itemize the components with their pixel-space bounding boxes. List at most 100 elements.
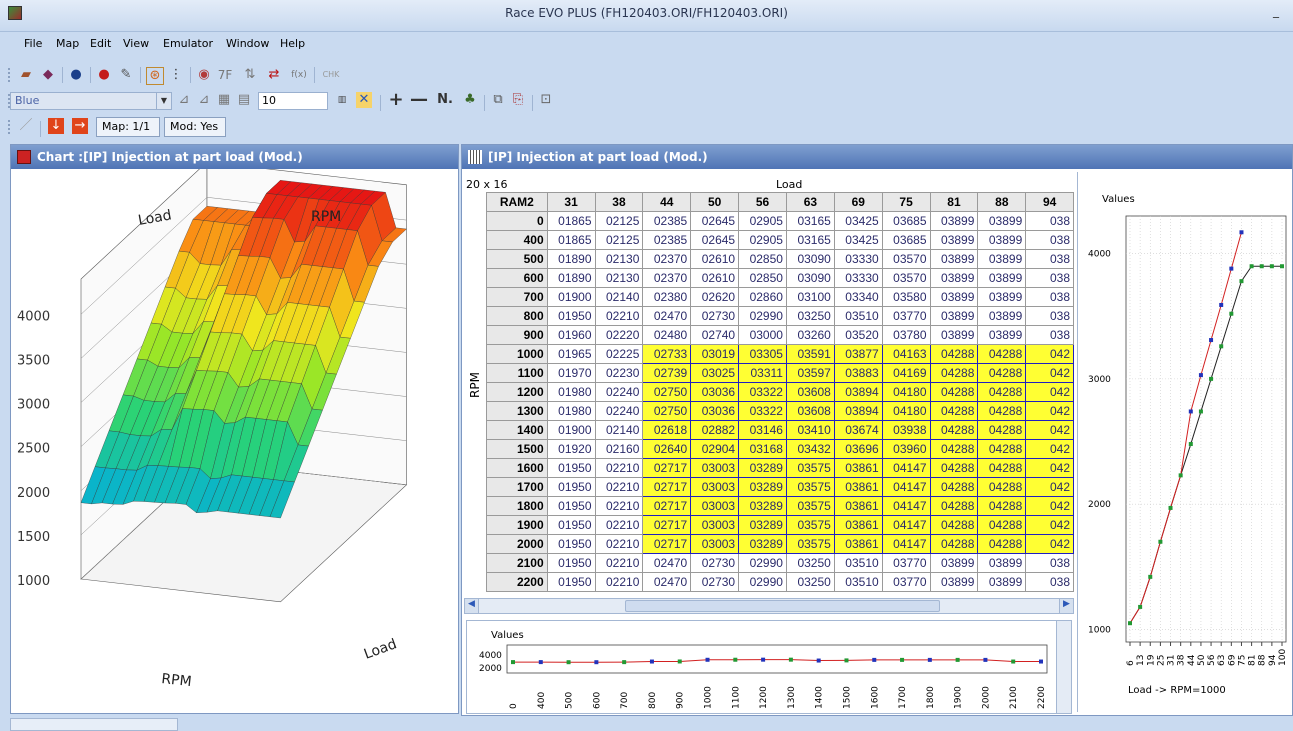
map-cell[interactable]: 03899 — [929, 306, 979, 326]
map-cell[interactable]: 02645 — [690, 211, 740, 231]
minus-icon[interactable]: — — [410, 91, 428, 109]
map-cell[interactable]: 03575 — [785, 458, 835, 478]
map-cell[interactable]: 03003 — [690, 534, 740, 554]
map-cell[interactable]: 03003 — [690, 515, 740, 535]
map-cell[interactable]: 042 — [1025, 534, 1074, 554]
map-cell[interactable]: 03025 — [690, 363, 740, 383]
map-cell[interactable]: 03780 — [881, 325, 931, 345]
column-header[interactable]: 63 — [785, 192, 835, 212]
map-cell[interactable]: 042 — [1025, 363, 1074, 383]
map-cell[interactable]: 02130 — [594, 268, 644, 288]
map-cell[interactable]: 02470 — [642, 306, 692, 326]
map-cell[interactable]: 03899 — [929, 572, 979, 592]
map-cell[interactable]: 04288 — [929, 363, 979, 383]
menu-edit[interactable]: Edit — [90, 37, 111, 50]
map-cell[interactable]: 02740 — [690, 325, 740, 345]
map-cell[interactable]: 03000 — [738, 325, 787, 345]
menu-window[interactable]: Window — [226, 37, 269, 50]
map-cell[interactable]: 03899 — [977, 287, 1027, 307]
row-header[interactable]: 0 — [486, 211, 548, 231]
map-cell[interactable]: 04288 — [929, 515, 979, 535]
map-cell[interactable]: 04288 — [977, 458, 1027, 478]
map-cell[interactable]: 042 — [1025, 458, 1074, 478]
map-cell[interactable]: 04180 — [881, 382, 931, 402]
map-cell[interactable]: 03330 — [833, 249, 883, 269]
map-cell[interactable]: 03894 — [833, 382, 883, 402]
map-cell[interactable]: 01950 — [546, 496, 596, 516]
map-cell[interactable]: 01950 — [546, 458, 596, 478]
map-cell[interactable]: 04288 — [929, 534, 979, 554]
map-cell[interactable]: 03861 — [833, 458, 883, 478]
map-cell[interactable]: 02645 — [690, 230, 740, 250]
map-cell[interactable]: 03575 — [785, 534, 835, 554]
map-cell[interactable]: 02125 — [594, 211, 644, 231]
map-cell[interactable]: 02210 — [594, 458, 644, 478]
map-cell[interactable]: 04288 — [929, 382, 979, 402]
row-header[interactable]: 600 — [486, 268, 548, 288]
tool-icon[interactable]: ✎ — [118, 67, 134, 83]
map-cell[interactable]: 03580 — [881, 287, 931, 307]
map-cell[interactable]: 01980 — [546, 401, 596, 421]
map-cell[interactable]: 03770 — [881, 553, 931, 573]
swap-icon[interactable]: ⇅ — [242, 67, 258, 83]
map-cell[interactable]: 03608 — [785, 401, 835, 421]
map-cell[interactable]: 03861 — [833, 496, 883, 516]
map-cell[interactable]: 042 — [1025, 515, 1074, 535]
map-cell[interactable]: 04288 — [977, 382, 1027, 402]
map-cell[interactable]: 03899 — [977, 325, 1027, 345]
map-cell[interactable]: 04288 — [929, 401, 979, 421]
map-cell[interactable]: 02990 — [738, 306, 787, 326]
map-cell[interactable]: 03899 — [977, 268, 1027, 288]
map-cell[interactable]: 04147 — [881, 458, 931, 478]
map-cell[interactable]: 02480 — [642, 325, 692, 345]
map-cell[interactable]: 04147 — [881, 515, 931, 535]
map-cell[interactable]: 042 — [1025, 420, 1074, 440]
map-cell[interactable]: 01900 — [546, 287, 596, 307]
column-header[interactable]: 56 — [738, 192, 787, 212]
map-cell[interactable]: 03432 — [785, 439, 835, 459]
vertical-scrollbar[interactable] — [1056, 620, 1072, 714]
row-header[interactable]: 1100 — [486, 363, 548, 383]
map-cell[interactable]: 01865 — [546, 230, 596, 250]
row-header[interactable]: 800 — [486, 306, 548, 326]
map-cell[interactable]: 04288 — [929, 439, 979, 459]
map-cell[interactable]: 03597 — [785, 363, 835, 383]
map-cell[interactable]: 03322 — [738, 382, 787, 402]
map-cell[interactable]: 03168 — [738, 439, 787, 459]
map-cell[interactable]: 038 — [1025, 325, 1074, 345]
map-cell[interactable]: 03260 — [785, 325, 835, 345]
map-cell[interactable]: 03520 — [833, 325, 883, 345]
map-cell[interactable]: 01950 — [546, 553, 596, 573]
map-cell[interactable]: 03510 — [833, 553, 883, 573]
map-cell[interactable]: 03036 — [690, 401, 740, 421]
map-cell[interactable]: 04288 — [929, 496, 979, 516]
column-header[interactable]: 94 — [1025, 192, 1074, 212]
map-cell[interactable]: 02905 — [738, 230, 787, 250]
export-icon[interactable]: ⊡ — [538, 92, 554, 108]
map-cell[interactable]: 038 — [1025, 268, 1074, 288]
percent-icon[interactable]: ✕ — [356, 92, 372, 108]
map-cell[interactable]: 04288 — [977, 439, 1027, 459]
map-cell[interactable]: 03899 — [929, 268, 979, 288]
map-cell[interactable]: 042 — [1025, 382, 1074, 402]
row-header[interactable]: 2000 — [486, 534, 548, 554]
map-cell[interactable]: 03899 — [929, 211, 979, 231]
map-cell[interactable]: 038 — [1025, 572, 1074, 592]
compare-icon[interactable]: ⋮ — [168, 67, 184, 83]
row-header[interactable]: 1400 — [486, 420, 548, 440]
map-cell[interactable]: 038 — [1025, 287, 1074, 307]
map-cell[interactable]: 03685 — [881, 230, 931, 250]
map-cell[interactable]: 02610 — [690, 249, 740, 269]
map-cell[interactable]: 03250 — [785, 553, 835, 573]
map-cell[interactable]: 03410 — [785, 420, 835, 440]
scroll-right-icon[interactable]: ▶ — [1059, 599, 1073, 613]
map-cell[interactable]: 038 — [1025, 306, 1074, 326]
row-header[interactable]: 1000 — [486, 344, 548, 364]
map-cell[interactable]: 02210 — [594, 553, 644, 573]
map-cell[interactable]: 03570 — [881, 268, 931, 288]
column-header[interactable]: 44 — [642, 192, 692, 212]
map-cell[interactable]: 03861 — [833, 515, 883, 535]
map-cell[interactable]: 03899 — [977, 230, 1027, 250]
map-cell[interactable]: 042 — [1025, 401, 1074, 421]
map-cell[interactable]: 038 — [1025, 211, 1074, 231]
